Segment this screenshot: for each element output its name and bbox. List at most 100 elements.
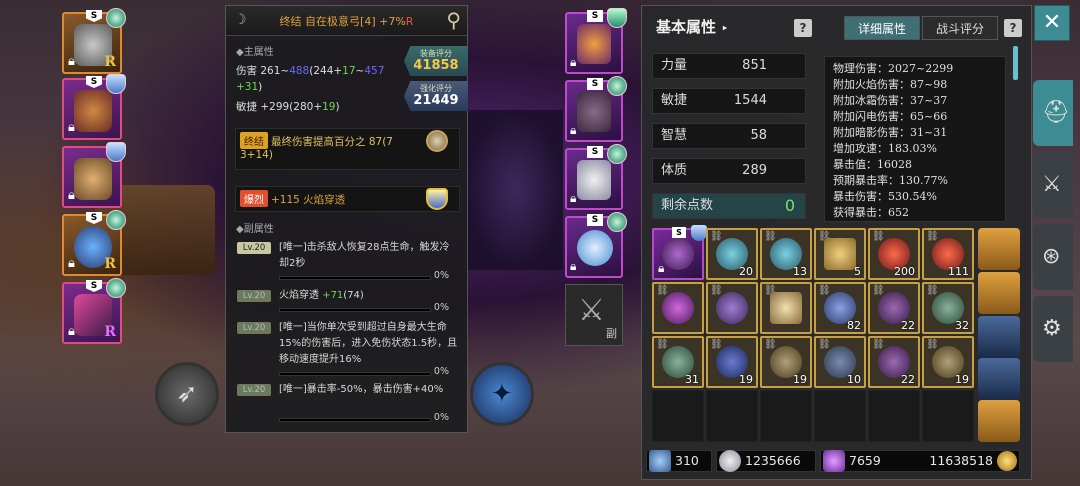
inventory-slot[interactable]: ⛓ 111 [922, 228, 974, 280]
tab-weapons[interactable]: ⚔ [1033, 152, 1073, 218]
chain-icon: ⛓ [656, 339, 669, 350]
attr-name: 力量 [661, 58, 688, 73]
necklace-icon [74, 158, 112, 200]
item-count: 200 [894, 265, 915, 278]
inventory-slot[interactable]: ⛓ 32 [922, 282, 974, 334]
bag-gold-icon[interactable] [978, 272, 1020, 314]
sub-attr-title: ◆副属性 [236, 224, 274, 235]
item-count: 5 [854, 265, 861, 278]
tab-character[interactable]: ⛑ [1033, 80, 1073, 146]
chain-icon: ⛓ [764, 231, 777, 242]
inventory-slot[interactable]: ⛓ 82 [814, 282, 866, 334]
inventory-slot[interactable]: ⛓ 200 [868, 228, 920, 280]
detail-scrollbar[interactable] [1013, 46, 1018, 80]
dagger-item-icon [716, 292, 748, 324]
help-button-2[interactable]: ? [1004, 19, 1022, 37]
currency-arrows: 310 [646, 450, 712, 472]
lock-icon: 🔒︎ [68, 256, 75, 271]
inventory-slot[interactable]: ⛓ 13 [760, 228, 812, 280]
detail-line: 附加冰霜伤害：37~37 [833, 94, 948, 107]
remain-label: 剩余点数 [661, 198, 714, 213]
equip-slot-bow[interactable]: S 🔒︎ R [62, 278, 126, 344]
level-badge: Lv.20 [237, 322, 271, 334]
bag-blue-icon[interactable] [978, 358, 1020, 400]
tier-tag: S [86, 10, 102, 22]
wheel-icon: ⊛ [1042, 244, 1061, 269]
close-button[interactable]: ✕ [1034, 5, 1070, 41]
bag-blue-icon[interactable] [978, 316, 1020, 358]
inventory-slot[interactable]: ⛓ 19 [760, 336, 812, 388]
detail-line: 暴击伤害：530.54% [833, 190, 937, 203]
sub-attr-row: Lv.20 [唯一]当你单次受到超过自身最大生命15%的伤害后，进入免伤状态1.… [235, 320, 459, 380]
secondary-weapon-slot[interactable]: ⚔ 副 [565, 284, 623, 346]
armor-icon [74, 90, 112, 132]
inventory-slot-empty[interactable] [652, 390, 704, 442]
inventory-slot[interactable]: ⛓ 31 [652, 336, 704, 388]
currency-crystal-gold: 7659 11638518 [820, 450, 1020, 472]
equip-slot-ring2[interactable]: S 🔒︎ [565, 212, 627, 278]
inventory-slot-empty[interactable] [760, 390, 812, 442]
item-count: 20 [739, 265, 753, 278]
sub-attr-text: [唯一]击杀敌人恢复28点生命，触发冷却2秒 [279, 242, 450, 269]
tab-detail[interactable]: 详细属性 [844, 16, 920, 40]
shield-badge-icon [106, 142, 126, 162]
tier-tag: S [672, 227, 686, 238]
equip-slot-weapon[interactable]: S 🔒︎ [565, 8, 627, 74]
inventory-slot[interactable]: ⛓ 20 [706, 228, 758, 280]
chain-icon: ⛓ [710, 339, 723, 350]
inventory-slot[interactable]: ⛓ 22 [868, 336, 920, 388]
inventory-slot[interactable]: S 🔒︎ [652, 225, 707, 280]
inventory-slot[interactable]: ⛓ 5 [814, 228, 866, 280]
bag-gold-icon[interactable] [978, 400, 1020, 442]
inventory-slot[interactable]: ⛓ 19 [706, 336, 758, 388]
equip-slot-necklace[interactable]: 🔒︎ [62, 142, 126, 208]
item-count: 10 [847, 373, 861, 386]
inventory-slot[interactable]: ⛓ 22 [868, 282, 920, 334]
currency-value: 310 [675, 453, 699, 468]
tab-battle-score[interactable]: 战斗评分 [922, 16, 998, 40]
attr-name: 智慧 [661, 128, 688, 143]
inventory-slot[interactable]: ⛓ [760, 282, 812, 334]
help-button[interactable]: ? [794, 19, 812, 37]
equip-slot-gloves[interactable]: S 🔒︎ [565, 76, 627, 142]
lock-icon: 🔒︎ [68, 188, 75, 203]
inventory-slot[interactable]: ⛓ 10 [814, 336, 866, 388]
equip-slot-boots[interactable]: S 🔒︎ [565, 144, 627, 210]
progress-bar [279, 308, 431, 312]
equip-slot-helmet[interactable]: S 🔒︎ R [62, 8, 126, 74]
gear-icon: ⚙ [1042, 316, 1062, 341]
crystal-icon [823, 450, 845, 472]
inventory-slot-empty[interactable] [868, 390, 920, 442]
inventory-slot[interactable]: ⛓ [706, 282, 758, 334]
tier-tag: S [86, 280, 102, 292]
tab-settings[interactable]: ⚙ [1033, 296, 1073, 362]
bow-type-icon: ☽ [234, 12, 247, 28]
medal-badge-icon [106, 8, 126, 28]
grade-label: R [104, 54, 116, 70]
item-count: 82 [847, 319, 861, 332]
chain-icon: ⛓ [872, 339, 885, 350]
remaining-points: 剩余点数 0 [652, 193, 806, 219]
scroll-item-icon [824, 238, 856, 270]
bag-gold-icon[interactable] [978, 228, 1020, 270]
inventory-slot-empty[interactable] [706, 390, 758, 442]
damage-line-2: +31) [236, 81, 263, 93]
tab-skills[interactable]: ⊛ [1033, 224, 1073, 290]
inventory-slot[interactable]: ⛓ [652, 282, 704, 334]
inventory-slot-empty[interactable] [814, 390, 866, 442]
equip-slot-armor[interactable]: S 🔒︎ [62, 74, 126, 140]
inventory-slot-empty[interactable] [922, 390, 974, 442]
enhance-score: 强化评分 21449 [404, 81, 468, 111]
dash-skill-button[interactable]: ✦ [470, 362, 534, 426]
equipment-item-icon [662, 238, 694, 270]
detail-attributes[interactable]: 物理伤害：2027~2299 附加火焰伤害：87~98 附加冰霜伤害：37~37… [824, 56, 1006, 222]
detail-line: 预期暴击率：130.77% [833, 174, 948, 187]
inventory-slot[interactable]: ⛓ 19 [922, 336, 974, 388]
item-count: 19 [793, 373, 807, 386]
sub-attr-text: [唯一]暴击率-50%，暴击伤害+40% [279, 384, 444, 395]
attack-skill-button[interactable]: ➶ [155, 362, 219, 426]
equip-slot-ring[interactable]: S 🔒︎ R [62, 210, 126, 276]
damage-line: 伤害 261~488(244+17~457 [236, 65, 385, 77]
tier-tag: S [587, 214, 603, 226]
magnifier-icon[interactable]: ⚲ [446, 8, 461, 32]
